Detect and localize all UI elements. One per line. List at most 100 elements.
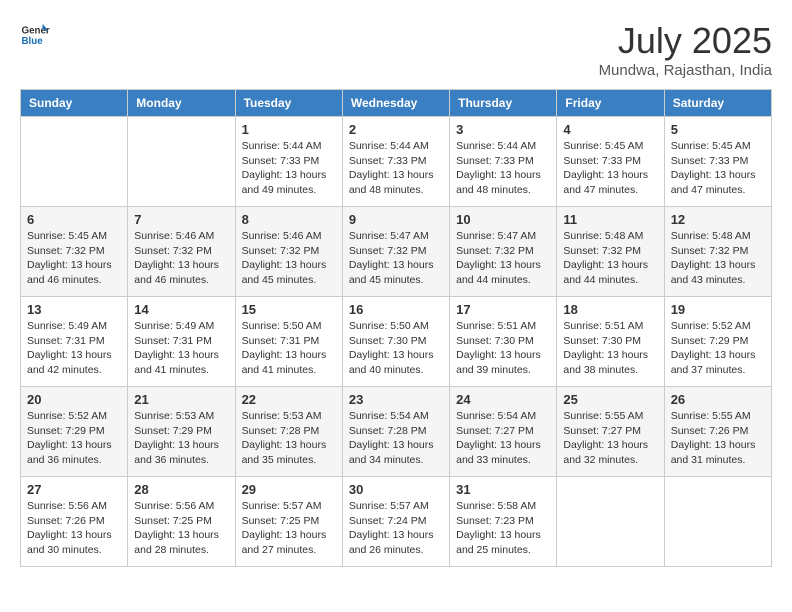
calendar-day-cell: 14Sunrise: 5:49 AM Sunset: 7:31 PM Dayli…: [128, 297, 235, 387]
day-number: 20: [27, 392, 121, 407]
calendar-day-cell: 18Sunrise: 5:51 AM Sunset: 7:30 PM Dayli…: [557, 297, 664, 387]
day-info: Sunrise: 5:46 AM Sunset: 7:32 PM Dayligh…: [134, 229, 228, 288]
day-info: Sunrise: 5:57 AM Sunset: 7:25 PM Dayligh…: [242, 499, 336, 558]
day-number: 16: [349, 302, 443, 317]
weekday-header-row: SundayMondayTuesdayWednesdayThursdayFrid…: [21, 90, 772, 117]
day-info: Sunrise: 5:44 AM Sunset: 7:33 PM Dayligh…: [349, 139, 443, 198]
day-info: Sunrise: 5:56 AM Sunset: 7:26 PM Dayligh…: [27, 499, 121, 558]
weekday-header-cell: Tuesday: [235, 90, 342, 117]
day-number: 19: [671, 302, 765, 317]
day-number: 5: [671, 122, 765, 137]
calendar-day-cell: 10Sunrise: 5:47 AM Sunset: 7:32 PM Dayli…: [450, 207, 557, 297]
day-number: 31: [456, 482, 550, 497]
calendar-day-cell: 21Sunrise: 5:53 AM Sunset: 7:29 PM Dayli…: [128, 387, 235, 477]
day-number: 4: [563, 122, 657, 137]
day-info: Sunrise: 5:54 AM Sunset: 7:28 PM Dayligh…: [349, 409, 443, 468]
logo-icon: General Blue: [20, 20, 50, 50]
day-number: 25: [563, 392, 657, 407]
day-info: Sunrise: 5:44 AM Sunset: 7:33 PM Dayligh…: [456, 139, 550, 198]
day-number: 6: [27, 212, 121, 227]
calendar-day-cell: 31 Sunrise: 5:58 AM Sunset: 7:23 PM Dayli…: [450, 477, 557, 567]
calendar-day-cell: 23 Sunrise: 5:54 AM Sunset: 7:28 PM Dayli…: [342, 387, 449, 477]
weekday-header-cell: Saturday: [664, 90, 771, 117]
calendar-day-cell: 27 Sunrise: 5:56 AM Sunset: 7:26 PM Dayli…: [21, 477, 128, 567]
svg-text:Blue: Blue: [22, 36, 44, 47]
day-info: Sunrise: 5:57 AM Sunset: 7:24 PM Dayligh…: [349, 499, 443, 558]
day-number: 2: [349, 122, 443, 137]
day-info: Sunrise: 5:45 AM Sunset: 7:33 PM Dayligh…: [671, 139, 765, 198]
calendar-day-cell: 3 Sunrise: 5:44 AM Sunset: 7:33 PM Daylig…: [450, 117, 557, 207]
calendar-day-cell: [128, 117, 235, 207]
day-number: 17: [456, 302, 550, 317]
calendar-day-cell: 30 Sunrise: 5:57 AM Sunset: 7:24 PM Dayli…: [342, 477, 449, 567]
day-info: Sunrise: 5:51 AM Sunset: 7:30 PM Dayligh…: [456, 319, 550, 378]
day-info: Sunrise: 5:44 AM Sunset: 7:33 PM Dayligh…: [242, 139, 336, 198]
calendar-day-cell: 25 Sunrise: 5:55 AM Sunset: 7:27 PM Dayli…: [557, 387, 664, 477]
calendar-day-cell: 26 Sunrise: 5:55 AM Sunset: 7:26 PM Dayli…: [664, 387, 771, 477]
calendar-day-cell: 29 Sunrise: 5:57 AM Sunset: 7:25 PM Dayli…: [235, 477, 342, 567]
day-info: Sunrise: 5:55 AM Sunset: 7:26 PM Dayligh…: [671, 409, 765, 468]
calendar-week-row: 6 Sunrise: 5:45 AM Sunset: 7:32 PM Daylig…: [21, 207, 772, 297]
day-number: 8: [242, 212, 336, 227]
day-info: Sunrise: 5:52 AM Sunset: 7:29 PM Dayligh…: [671, 319, 765, 378]
day-info: Sunrise: 5:49 AM Sunset: 7:31 PM Dayligh…: [27, 319, 121, 378]
day-info: Sunrise: 5:50 AM Sunset: 7:31 PM Dayligh…: [242, 319, 336, 378]
day-number: 29: [242, 482, 336, 497]
calendar-week-row: 27 Sunrise: 5:56 AM Sunset: 7:26 PM Dayli…: [21, 477, 772, 567]
day-info: Sunrise: 5:55 AM Sunset: 7:27 PM Dayligh…: [563, 409, 657, 468]
calendar-day-cell: 20 Sunrise: 5:52 AM Sunset: 7:29 PM Dayli…: [21, 387, 128, 477]
weekday-header-cell: Thursday: [450, 90, 557, 117]
calendar-day-cell: 1 Sunrise: 5:44 AM Sunset: 7:33 PM Daylig…: [235, 117, 342, 207]
day-number: 12: [671, 212, 765, 227]
weekday-header-cell: Friday: [557, 90, 664, 117]
day-number: 21: [134, 392, 228, 407]
page-header: General Blue July 2025 Mundwa, Rajasthan…: [20, 20, 772, 79]
day-info: Sunrise: 5:48 AM Sunset: 7:32 PM Dayligh…: [671, 229, 765, 288]
svg-text:General: General: [22, 26, 51, 37]
day-info: Sunrise: 5:47 AM Sunset: 7:32 PM Dayligh…: [456, 229, 550, 288]
calendar-day-cell: 7 Sunrise: 5:46 AM Sunset: 7:32 PM Daylig…: [128, 207, 235, 297]
calendar-week-row: 1 Sunrise: 5:44 AM Sunset: 7:33 PM Daylig…: [21, 117, 772, 207]
day-number: 13: [27, 302, 121, 317]
day-number: 30: [349, 482, 443, 497]
day-info: Sunrise: 5:58 AM Sunset: 7:23 PM Dayligh…: [456, 499, 550, 558]
calendar-day-cell: 24Sunrise: 5:54 AM Sunset: 7:27 PM Dayli…: [450, 387, 557, 477]
day-number: 1: [242, 122, 336, 137]
calendar-day-cell: 8 Sunrise: 5:46 AM Sunset: 7:32 PM Daylig…: [235, 207, 342, 297]
day-info: Sunrise: 5:54 AM Sunset: 7:27 PM Dayligh…: [456, 409, 550, 468]
day-info: Sunrise: 5:46 AM Sunset: 7:32 PM Dayligh…: [242, 229, 336, 288]
calendar-day-cell: 28 Sunrise: 5:56 AM Sunset: 7:25 PM Dayli…: [128, 477, 235, 567]
calendar-week-row: 13 Sunrise: 5:49 AM Sunset: 7:31 PM Dayli…: [21, 297, 772, 387]
calendar-day-cell: [21, 117, 128, 207]
day-info: Sunrise: 5:45 AM Sunset: 7:32 PM Dayligh…: [27, 229, 121, 288]
calendar-day-cell: 5 Sunrise: 5:45 AM Sunset: 7:33 PM Daylig…: [664, 117, 771, 207]
day-number: 22: [242, 392, 336, 407]
day-number: 18: [563, 302, 657, 317]
day-number: 14: [134, 302, 228, 317]
day-number: 7: [134, 212, 228, 227]
calendar-day-cell: 12 Sunrise: 5:48 AM Sunset: 7:32 PM Dayli…: [664, 207, 771, 297]
calendar-day-cell: 4 Sunrise: 5:45 AM Sunset: 7:33 PM Daylig…: [557, 117, 664, 207]
day-number: 23: [349, 392, 443, 407]
day-number: 28: [134, 482, 228, 497]
day-number: 27: [27, 482, 121, 497]
day-info: Sunrise: 5:48 AM Sunset: 7:32 PM Dayligh…: [563, 229, 657, 288]
day-info: Sunrise: 5:56 AM Sunset: 7:25 PM Dayligh…: [134, 499, 228, 558]
calendar-day-cell: 22Sunrise: 5:53 AM Sunset: 7:28 PM Dayli…: [235, 387, 342, 477]
weekday-header-cell: Monday: [128, 90, 235, 117]
location: Mundwa, Rajasthan, India: [599, 62, 772, 79]
calendar-table: SundayMondayTuesdayWednesdayThursdayFrid…: [20, 89, 772, 567]
calendar-day-cell: 13 Sunrise: 5:49 AM Sunset: 7:31 PM Dayli…: [21, 297, 128, 387]
day-info: Sunrise: 5:52 AM Sunset: 7:29 PM Dayligh…: [27, 409, 121, 468]
day-number: 11: [563, 212, 657, 227]
day-number: 15: [242, 302, 336, 317]
day-info: Sunrise: 5:50 AM Sunset: 7:30 PM Dayligh…: [349, 319, 443, 378]
day-number: 26: [671, 392, 765, 407]
day-number: 3: [456, 122, 550, 137]
title-block: July 2025 Mundwa, Rajasthan, India: [599, 20, 772, 79]
logo: General Blue: [20, 20, 50, 50]
day-number: 9: [349, 212, 443, 227]
calendar-day-cell: 9 Sunrise: 5:47 AM Sunset: 7:32 PM Daylig…: [342, 207, 449, 297]
day-info: Sunrise: 5:45 AM Sunset: 7:33 PM Dayligh…: [563, 139, 657, 198]
day-info: Sunrise: 5:47 AM Sunset: 7:32 PM Dayligh…: [349, 229, 443, 288]
